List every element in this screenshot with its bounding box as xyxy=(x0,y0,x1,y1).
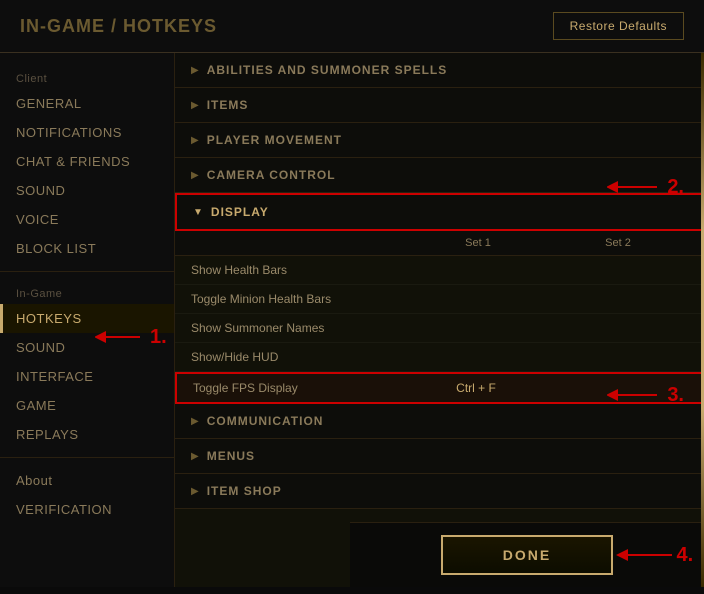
sidebar-item-sound[interactable]: SOUND xyxy=(0,176,174,205)
header: IN-GAME / HOTKEYS Restore Defaults xyxy=(0,0,704,53)
section-abilities-label: ABILITIES AND SUMMONER SPELLS xyxy=(207,63,448,77)
collapse-arrow-camera-control: ▶ xyxy=(191,170,199,181)
done-button[interactable]: DONE xyxy=(441,535,613,575)
section-display-label: DISPLAY xyxy=(211,205,269,219)
sidebar-item-notifications[interactable]: NOTIFICATIONS xyxy=(0,118,174,147)
hotkey-name-show-summoner-names: Show Summoner Names xyxy=(191,321,408,335)
collapse-arrow-abilities: ▶ xyxy=(191,65,199,76)
hotkey-name-show-health-bars: Show Health Bars xyxy=(191,263,408,277)
sidebar: Client GENERAL NOTIFICATIONS CHAT & FRIE… xyxy=(0,53,175,587)
section-camera-control-label: CAMERA CONTROL xyxy=(207,168,336,182)
hotkey-row-show-summoner-names[interactable]: Show Summoner Names xyxy=(175,314,704,343)
sidebar-item-verification[interactable]: VERIFICATION xyxy=(0,495,174,524)
page-title: IN-GAME / HOTKEYS xyxy=(20,16,217,37)
hotkey-name-toggle-fps: Toggle FPS Display xyxy=(193,381,406,395)
collapse-arrow-item-shop: ▶ xyxy=(191,486,199,497)
content-wrapper: ▶ ABILITIES AND SUMMONER SPELLS ▶ ITEMS … xyxy=(175,53,704,587)
section-item-shop[interactable]: ▶ ITEM SHOP xyxy=(175,474,704,509)
section-camera-control[interactable]: ▶ CAMERA CONTROL xyxy=(175,158,704,193)
sidebar-item-about[interactable]: About xyxy=(0,466,174,495)
restore-defaults-button[interactable]: Restore Defaults xyxy=(553,12,684,40)
sidebar-item-interface[interactable]: INTERFACE xyxy=(0,362,174,391)
hotkey-row-show-hide-hud[interactable]: Show/Hide HUD xyxy=(175,343,704,372)
section-player-movement[interactable]: ▶ PLAYER MOVEMENT xyxy=(175,123,704,158)
annotation-4-label: 4. xyxy=(677,544,694,567)
sidebar-item-voice[interactable]: VOICE xyxy=(0,205,174,234)
hotkey-name-show-hide-hud: Show/Hide HUD xyxy=(191,350,408,364)
hotkey-name-toggle-minion: Toggle Minion Health Bars xyxy=(191,292,408,306)
collapse-arrow-menus: ▶ xyxy=(191,451,199,462)
section-abilities[interactable]: ▶ ABILITIES AND SUMMONER SPELLS xyxy=(175,53,704,88)
ingame-section-label: In-Game xyxy=(0,280,174,304)
collapse-arrow-communication: ▶ xyxy=(191,416,199,427)
hotkey-row-toggle-fps[interactable]: Toggle FPS Display Ctrl + F xyxy=(175,372,704,404)
main-layout: Client GENERAL NOTIFICATIONS CHAT & FRIE… xyxy=(0,53,704,587)
annotation-4-wrapper: 4. xyxy=(612,540,694,570)
sidebar-divider-2 xyxy=(0,457,174,458)
sidebar-item-block-list[interactable]: BLOCK LIST xyxy=(0,234,174,263)
hotkey-row-show-health-bars[interactable]: Show Health Bars xyxy=(175,256,704,285)
set1-header: Set 1 xyxy=(408,237,548,249)
scrollable-content[interactable]: ▶ ABILITIES AND SUMMONER SPELLS ▶ ITEMS … xyxy=(175,53,704,529)
section-communication-label: COMMUNICATION xyxy=(207,414,324,428)
done-button-wrapper: DONE 4. xyxy=(441,535,613,575)
sidebar-item-general[interactable]: GENERAL xyxy=(0,89,174,118)
section-player-movement-label: PLAYER MOVEMENT xyxy=(207,133,342,147)
breadcrumb: IN-GAME / xyxy=(20,16,123,36)
set2-header: Set 2 xyxy=(548,237,688,249)
client-section-label: Client xyxy=(0,65,174,89)
section-item-shop-label: ITEM SHOP xyxy=(207,484,282,498)
collapse-arrow-player-movement: ▶ xyxy=(191,135,199,146)
main-content: ▶ ABILITIES AND SUMMONER SPELLS ▶ ITEMS … xyxy=(175,53,704,587)
page-title-hotkeys: HOTKEYS xyxy=(123,16,217,36)
sidebar-item-sound-ingame[interactable]: SOUND xyxy=(0,333,174,362)
bottom-bar: DONE 4. xyxy=(350,522,704,587)
sidebar-item-replays[interactable]: REPLAYS xyxy=(0,420,174,449)
annotation-4-arrow xyxy=(612,540,682,570)
hotkey-set1-toggle-fps: Ctrl + F xyxy=(406,381,546,395)
section-items[interactable]: ▶ ITEMS xyxy=(175,88,704,123)
section-menus[interactable]: ▶ MENUS xyxy=(175,439,704,474)
section-items-label: ITEMS xyxy=(207,98,249,112)
section-menus-label: MENUS xyxy=(207,449,255,463)
sidebar-item-game[interactable]: GAME xyxy=(0,391,174,420)
sidebar-item-chat-friends[interactable]: CHAT & FRIENDS xyxy=(0,147,174,176)
collapse-arrow-display: ▼ xyxy=(193,207,203,218)
section-display[interactable]: ▼ DISPLAY xyxy=(175,193,704,231)
sidebar-divider-1 xyxy=(0,271,174,272)
hotkey-row-toggle-minion[interactable]: Toggle Minion Health Bars xyxy=(175,285,704,314)
collapse-arrow-items: ▶ xyxy=(191,100,199,111)
set-headers: Set 1 Set 2 xyxy=(175,231,704,256)
sidebar-item-hotkeys[interactable]: HOTKEYS xyxy=(0,304,174,333)
section-communication[interactable]: ▶ COMMUNICATION xyxy=(175,404,704,439)
